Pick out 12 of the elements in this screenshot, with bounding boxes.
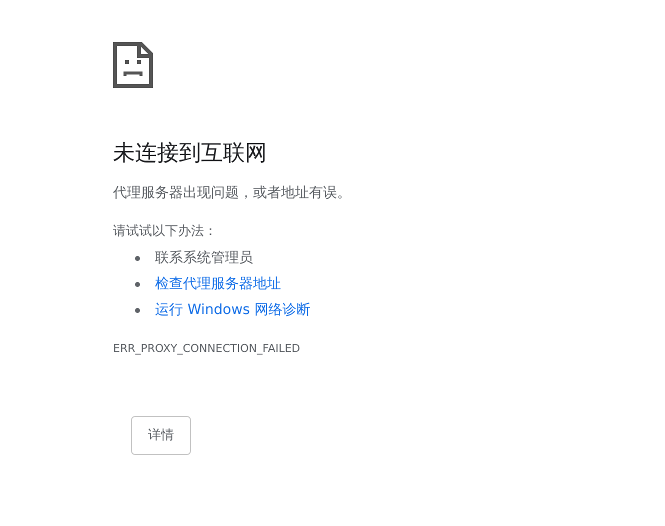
- details-button[interactable]: 详情: [131, 416, 191, 456]
- suggestion-link[interactable]: 运行 Windows 网络诊断: [155, 300, 310, 321]
- bullet-icon: [135, 308, 140, 313]
- suggestions-title: 请试试以下办法：: [113, 222, 218, 241]
- suggestion-text: 联系系统管理员: [155, 248, 253, 268]
- error-heading: 未连接到互联网: [113, 140, 268, 168]
- suggestion-link[interactable]: 检查代理服务器地址: [155, 274, 281, 295]
- error-summary: 代理服务器出现问题，或者地址有误。: [113, 184, 352, 203]
- bullet-icon: [135, 282, 140, 287]
- sad-page-icon: [113, 42, 153, 88]
- bullet-icon: [135, 256, 140, 261]
- error-code: ERR_PROXY_CONNECTION_FAILED: [113, 341, 302, 358]
